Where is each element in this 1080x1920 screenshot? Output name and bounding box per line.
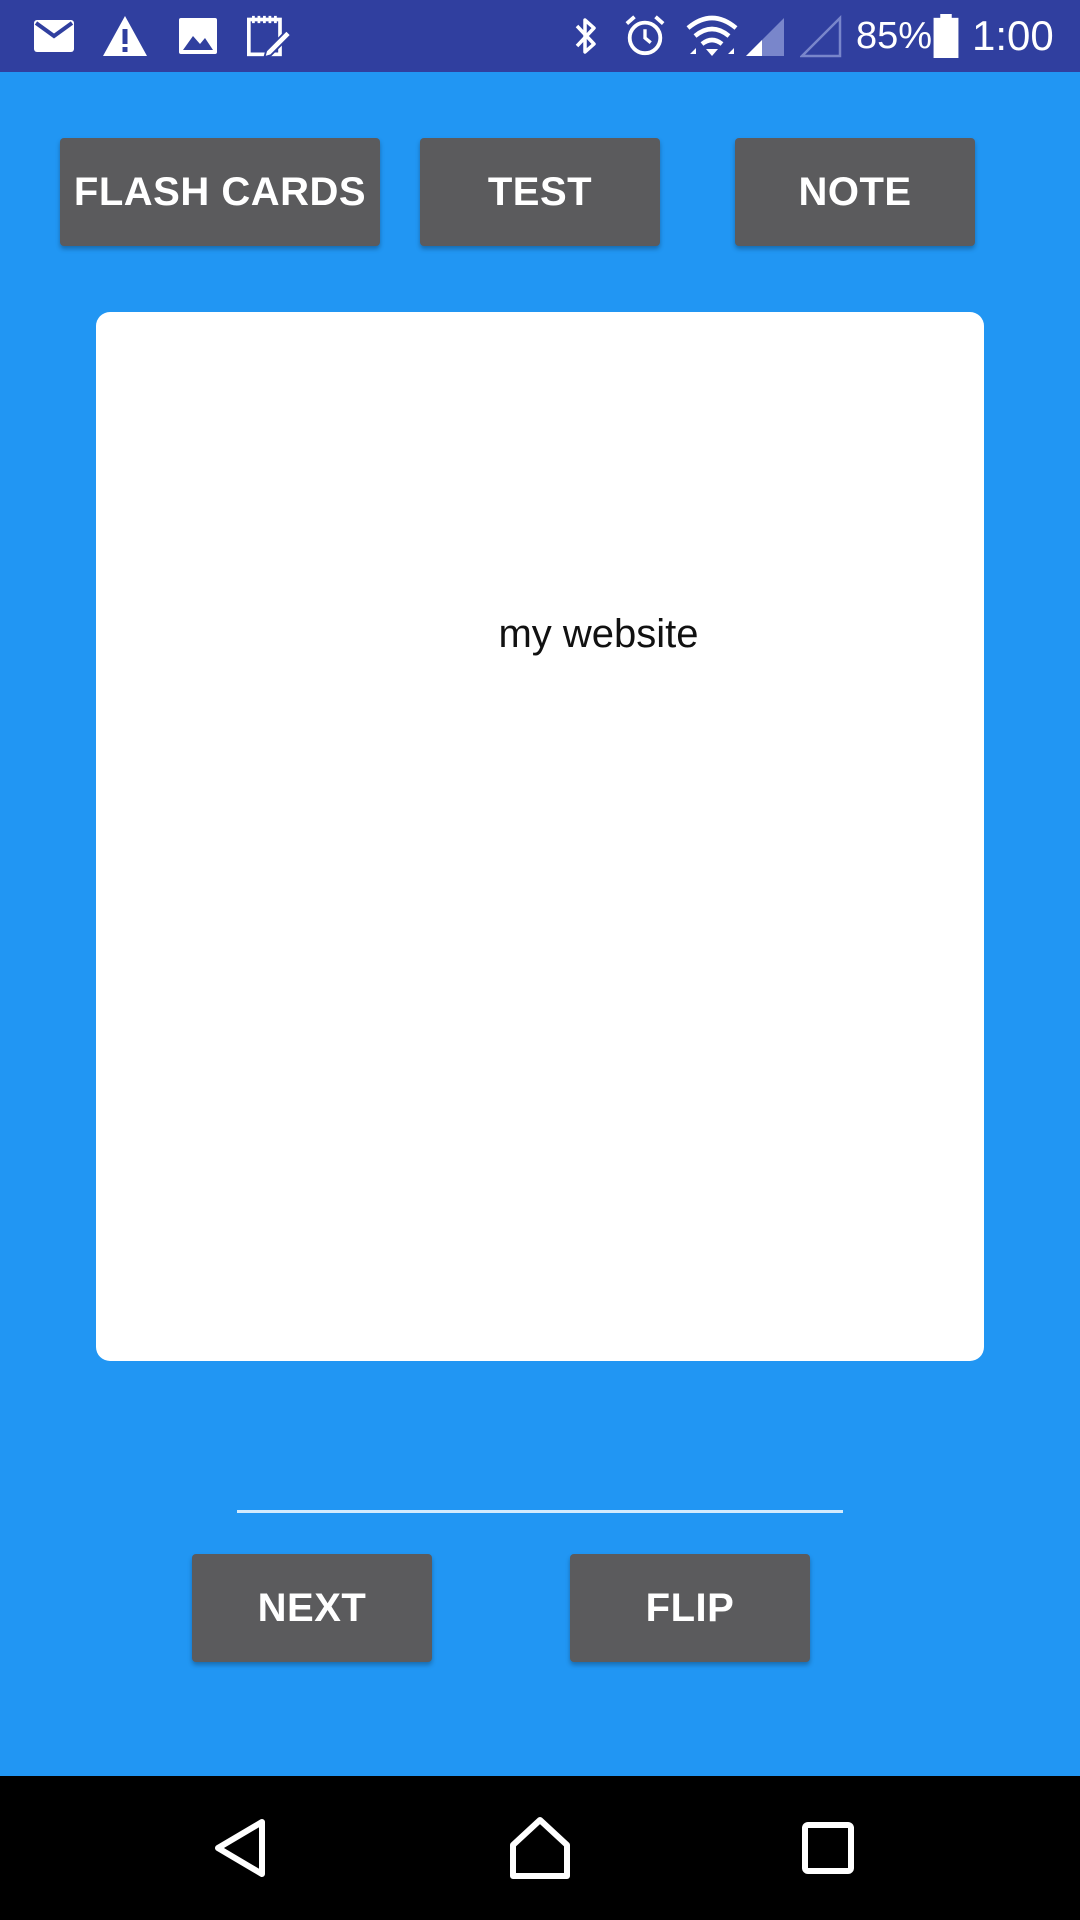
flash-card[interactable]: my website [96, 312, 984, 1361]
notepad-icon [247, 15, 293, 58]
bluetooth-icon [575, 18, 596, 54]
battery-icon [933, 14, 959, 58]
back-button[interactable] [198, 1806, 282, 1890]
main-content: FLASH CARDS TEST NOTE my website NEXT FL… [0, 72, 1080, 1776]
wifi-icon [686, 15, 738, 56]
signal-empty-icon [800, 14, 842, 58]
flash-cards-button[interactable]: FLASH CARDS [60, 138, 380, 246]
answer-input-underline[interactable] [237, 1510, 843, 1513]
flip-button[interactable]: FLIP [570, 1554, 810, 1662]
test-button[interactable]: TEST [420, 138, 660, 246]
battery-percent: 85% [856, 15, 933, 57]
clock-time: 1:00 [972, 12, 1054, 59]
status-bar: 85% 1:00 [0, 0, 1080, 72]
email-icon [34, 20, 74, 52]
image-icon [179, 18, 217, 54]
navigation-bar [0, 1776, 1080, 1920]
signal-icon [746, 18, 784, 56]
recents-icon [802, 1822, 854, 1874]
recents-button[interactable] [786, 1806, 870, 1890]
home-button[interactable] [498, 1806, 582, 1890]
warning-icon [103, 16, 147, 56]
next-button[interactable]: NEXT [192, 1554, 432, 1662]
alarm-icon [625, 15, 665, 56]
card-text: my website [498, 612, 699, 656]
note-button[interactable]: NOTE [735, 138, 975, 246]
home-icon [510, 1817, 570, 1879]
back-icon [215, 1819, 265, 1877]
